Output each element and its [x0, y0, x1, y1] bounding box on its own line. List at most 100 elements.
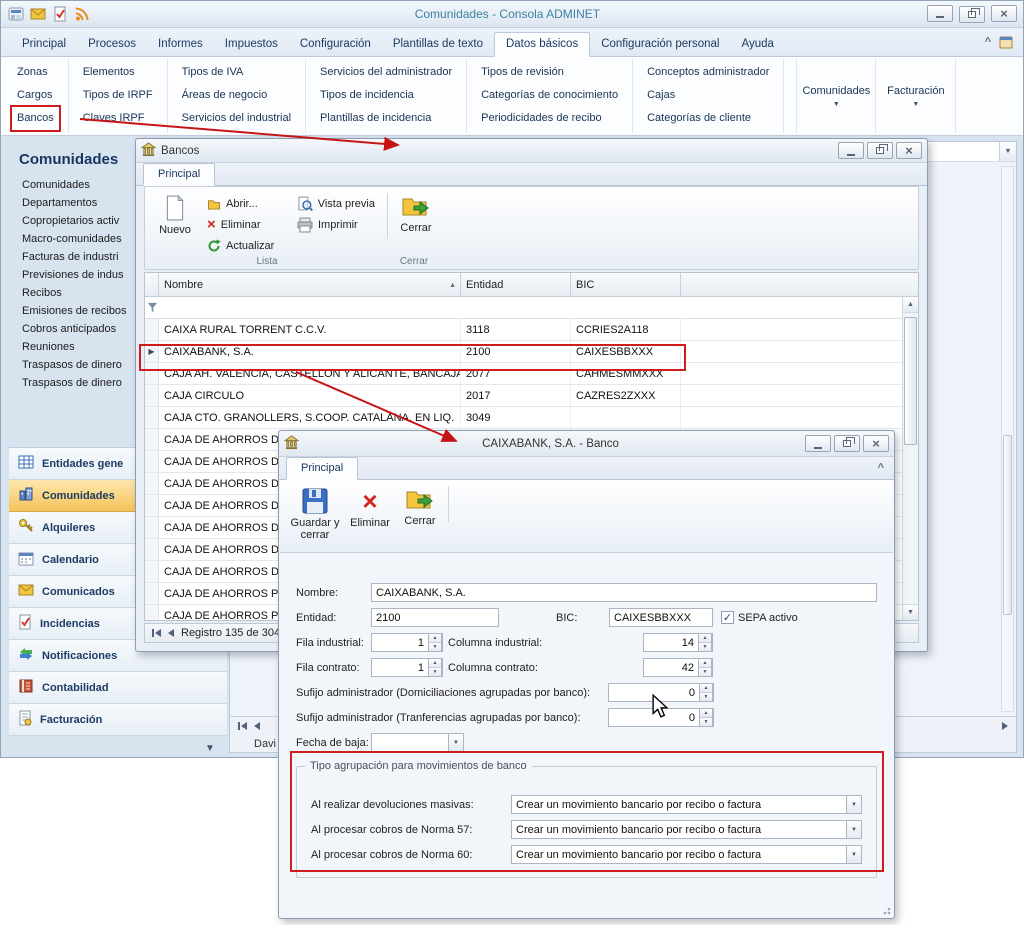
ribbon-item-servicios-administrador[interactable]: Servicios del administrador	[315, 61, 457, 84]
first-record-icon[interactable]	[152, 629, 161, 637]
ribbon-item-periodicidades-recibo[interactable]: Periodicidades de recibo	[476, 107, 623, 130]
scroll-down-icon[interactable]: ▼	[903, 604, 918, 620]
ribbon-button-comunidades[interactable]: Comunidades ▼	[796, 59, 876, 133]
actualizar-button[interactable]: Actualizar	[199, 235, 289, 256]
tab-plantillas-de-texto[interactable]: Plantillas de texto	[382, 33, 494, 56]
tab-principal[interactable]: Principal	[11, 33, 77, 56]
spin-down-icon[interactable]: ▼	[429, 668, 441, 676]
entidad-field[interactable]: 2100	[371, 608, 499, 627]
sidebar-collapse-icon[interactable]: ▼	[205, 743, 215, 754]
scrollbar-thumb[interactable]	[1003, 435, 1012, 615]
fila-contrato-spinner[interactable]: 1▲▼	[371, 658, 443, 677]
collapse-ribbon-icon[interactable]: ^	[878, 462, 884, 474]
ribbon-item-elementos[interactable]: Elementos	[78, 61, 158, 84]
spin-up-icon[interactable]: ▲	[429, 634, 441, 643]
chevron-down-icon[interactable]: ▼	[448, 734, 463, 751]
columna-contrato-spinner[interactable]: 42▲▼	[643, 658, 713, 677]
app-icon[interactable]	[7, 6, 25, 22]
filter-dropdown-icon[interactable]: ▼	[999, 142, 1016, 161]
chevron-down-icon[interactable]: ▼	[846, 821, 861, 838]
previous-record-icon[interactable]	[168, 629, 174, 637]
table-row[interactable]: CAIXA RURAL TORRENT C.C.V.3118CCRIES2A11…	[145, 319, 918, 341]
scroll-up-icon[interactable]: ▲	[903, 297, 918, 313]
detail-cerrar-button[interactable]: Cerrar	[396, 484, 444, 527]
previous-record-icon[interactable]	[254, 722, 260, 730]
ribbon-item-plantillas-incidencia[interactable]: Plantillas de incidencia	[315, 107, 457, 130]
close-button[interactable]: ×	[991, 5, 1017, 22]
spin-down-icon[interactable]: ▼	[700, 718, 712, 726]
tab-procesos[interactable]: Procesos	[77, 33, 147, 56]
scrollbar-thumb[interactable]	[904, 317, 917, 445]
grid-vertical-scrollbar[interactable]: ▲ ▼	[902, 297, 918, 620]
imprimir-button[interactable]: Imprimir	[289, 214, 383, 235]
ribbon-item-categorias-cliente[interactable]: Categorías de cliente	[642, 107, 774, 130]
cerrar-button[interactable]: Cerrar	[392, 191, 440, 234]
guardar-y-cerrar-button[interactable]: Guardar y cerrar	[286, 484, 344, 541]
ribbon-item-bancos[interactable]: Bancos	[12, 107, 59, 130]
bic-field[interactable]: CAIXESBBXXX	[609, 608, 713, 627]
content-vertical-scrollbar[interactable]	[1001, 166, 1014, 712]
mail-icon[interactable]	[29, 6, 47, 22]
tab-ayuda[interactable]: Ayuda	[730, 33, 784, 56]
spin-up-icon[interactable]: ▲	[699, 659, 711, 668]
tab-configuracion-personal[interactable]: Configuración personal	[590, 33, 730, 56]
restore-button[interactable]	[834, 435, 860, 452]
spin-up-icon[interactable]: ▲	[429, 659, 441, 668]
columna-industrial-spinner[interactable]: 14▲▼	[643, 633, 713, 652]
tab-datos-basicos[interactable]: Datos básicos	[494, 32, 590, 57]
first-record-icon[interactable]	[238, 722, 247, 730]
sufijo-transferencias-spinner[interactable]: 0▲▼	[608, 708, 714, 727]
spin-down-icon[interactable]: ▼	[429, 643, 441, 651]
close-button[interactable]: ×	[863, 435, 889, 452]
tab-impuestos[interactable]: Impuestos	[214, 33, 289, 56]
ribbon-item-tipos-irpf[interactable]: Tipos de IRPF	[78, 84, 158, 107]
minimize-button[interactable]	[927, 5, 953, 22]
grid-filter-row[interactable]	[145, 297, 918, 319]
spin-up-icon[interactable]: ▲	[700, 709, 712, 718]
ribbon-item-zonas[interactable]: Zonas	[12, 61, 59, 84]
eliminar-button[interactable]: × Eliminar	[199, 214, 289, 235]
spin-down-icon[interactable]: ▼	[700, 693, 712, 701]
chevron-down-icon[interactable]: ▼	[846, 796, 861, 813]
detail-eliminar-button[interactable]: × Eliminar	[344, 484, 396, 529]
grid-header-bic[interactable]: BIC	[571, 273, 681, 296]
nav-item-facturacion[interactable]: Facturación	[9, 704, 227, 736]
spin-up-icon[interactable]: ▲	[700, 684, 712, 693]
abrir-button[interactable]: Abrir...	[199, 193, 289, 214]
norma57-combo[interactable]: Crear un movimiento bancario por recibo …	[511, 820, 862, 839]
collapse-ribbon-icon[interactable]: ^	[985, 36, 991, 48]
spin-down-icon[interactable]: ▼	[699, 643, 711, 651]
nuevo-button[interactable]: Nuevo	[151, 191, 199, 236]
tab-informes[interactable]: Informes	[147, 33, 214, 56]
ribbon-item-claves-irpf[interactable]: Claves IRPF	[78, 107, 158, 130]
restore-button[interactable]	[959, 6, 985, 23]
ribbon-button-facturacion[interactable]: Facturación ▼	[876, 59, 956, 133]
minimize-button[interactable]	[805, 435, 831, 452]
norma60-combo[interactable]: Crear un movimiento bancario por recibo …	[511, 845, 862, 864]
sufijo-domiciliaciones-spinner[interactable]: 0▲▼	[608, 683, 714, 702]
table-row[interactable]: CAJA CIRCULO2017CAZRES2ZXXX	[145, 385, 918, 407]
close-button[interactable]: ×	[896, 142, 922, 159]
table-row-selected[interactable]: ▶CAIXABANK, S.A.2100CAIXESBBXXX	[145, 341, 918, 363]
tasks-icon[interactable]	[51, 6, 69, 22]
ribbon-item-servicios-industrial[interactable]: Servicios del industrial	[177, 107, 296, 130]
devoluciones-masivas-combo[interactable]: Crear un movimiento bancario por recibo …	[511, 795, 862, 814]
spin-up-icon[interactable]: ▲	[699, 634, 711, 643]
next-record-icon[interactable]	[1002, 722, 1008, 730]
ribbon-item-categorias-conocimiento[interactable]: Categorías de conocimiento	[476, 84, 623, 107]
minimize-button[interactable]	[838, 142, 864, 159]
ribbon-item-cargos[interactable]: Cargos	[12, 84, 59, 107]
table-row[interactable]: CAJA AH. VALENCIA, CASTELLON Y ALICANTE,…	[145, 363, 918, 385]
detail-tab-principal[interactable]: Principal	[286, 457, 358, 480]
grid-header-nombre[interactable]: Nombre▲	[159, 273, 461, 296]
ribbon-item-areas-negocio[interactable]: Áreas de negocio	[177, 84, 296, 107]
ribbon-item-tipos-incidencia[interactable]: Tipos de incidencia	[315, 84, 457, 107]
feed-icon[interactable]	[73, 6, 91, 22]
chevron-down-icon[interactable]: ▼	[846, 846, 861, 863]
spin-down-icon[interactable]: ▼	[699, 668, 711, 676]
ribbon-corner-icon[interactable]	[997, 34, 1015, 50]
ribbon-item-tipos-iva[interactable]: Tipos de IVA	[177, 61, 296, 84]
vista-previa-button[interactable]: Vista previa	[289, 193, 383, 214]
fecha-baja-combo[interactable]: ▼	[371, 733, 464, 752]
restore-button[interactable]	[867, 142, 893, 159]
